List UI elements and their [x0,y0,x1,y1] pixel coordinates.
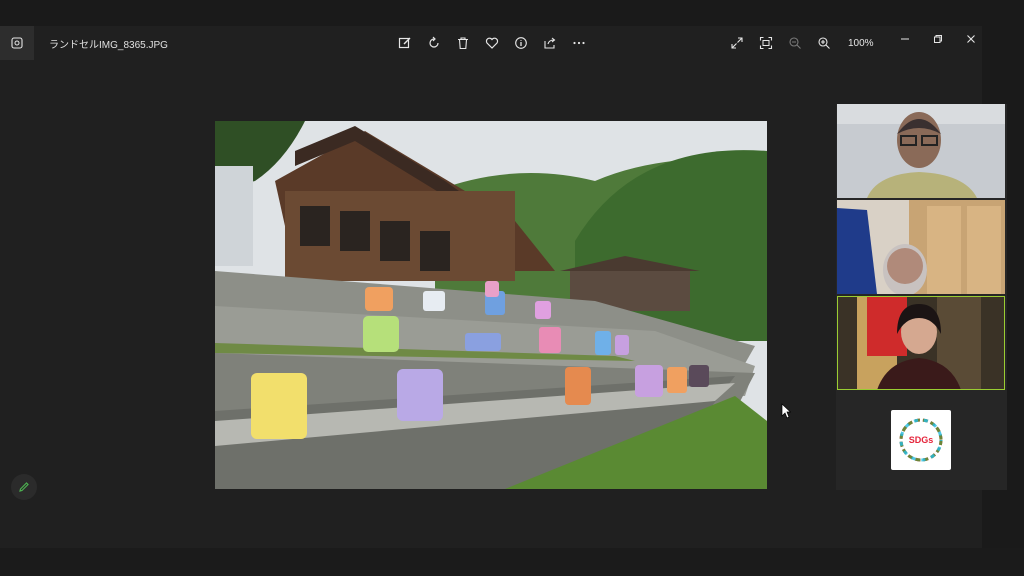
sdgs-logo-text: SDGs [909,435,934,445]
photos-app-icon[interactable] [0,26,34,60]
view-tools: 100% [726,32,874,54]
restore-icon [933,35,942,43]
fit-button[interactable] [755,32,777,54]
more-button[interactable] [568,32,590,54]
minimize-icon [900,38,909,40]
delete-button[interactable] [452,32,474,54]
participant-tile-3-active[interactable] [837,296,1005,390]
zoom-in-button[interactable] [813,32,835,54]
window-controls [888,28,987,50]
rotate-icon [429,36,439,48]
favorite-button[interactable] [481,32,503,54]
heart-icon [485,37,499,49]
trash-icon [458,37,468,50]
participant-tile-1[interactable] [837,104,1005,198]
full-screen-button[interactable] [726,32,748,54]
minimize-button[interactable] [888,28,921,50]
edit-icon [398,37,411,49]
participant-video [837,200,1005,294]
expand-icon [731,37,743,49]
participant-video [837,296,1005,390]
info-button[interactable] [510,32,532,54]
bottom-strip [0,548,1024,576]
zoom-level[interactable]: 100% [848,38,874,49]
share-icon [544,37,556,49]
main-photo [215,121,767,489]
share-button[interactable] [539,32,561,54]
close-button[interactable] [954,28,987,50]
restore-button[interactable] [921,28,954,50]
file-name: ランドセルIMG_8365.JPG [49,40,168,51]
edit-button[interactable] [394,32,416,54]
photo-icon [11,37,23,49]
sdgs-logo-tile[interactable]: SDGs [891,410,951,470]
zoom-out-icon [789,37,801,49]
sdgs-wheel-icon: SDGs [899,418,943,462]
fit-icon [759,36,773,50]
mouse-cursor-icon [781,403,791,419]
zoom-out-button[interactable] [784,32,806,54]
edit-fab-button[interactable] [11,474,37,500]
rotate-button[interactable] [423,32,445,54]
participant-video [837,104,1005,198]
photo-viewer-window: ランドセルIMG_8365.JPG 100% [0,26,982,548]
backpacks-photo [215,121,767,489]
pencil-icon [19,482,29,492]
title-bar: ランドセルIMG_8365.JPG 100% [0,26,982,60]
more-icon [573,41,585,45]
info-icon [515,37,527,49]
main-toolbar [394,32,590,54]
participant-tile-2[interactable] [837,200,1005,294]
top-strip [0,0,1024,26]
zoom-in-icon [818,37,830,49]
close-icon [966,35,975,43]
video-call-panel: SDGs [836,104,1007,490]
